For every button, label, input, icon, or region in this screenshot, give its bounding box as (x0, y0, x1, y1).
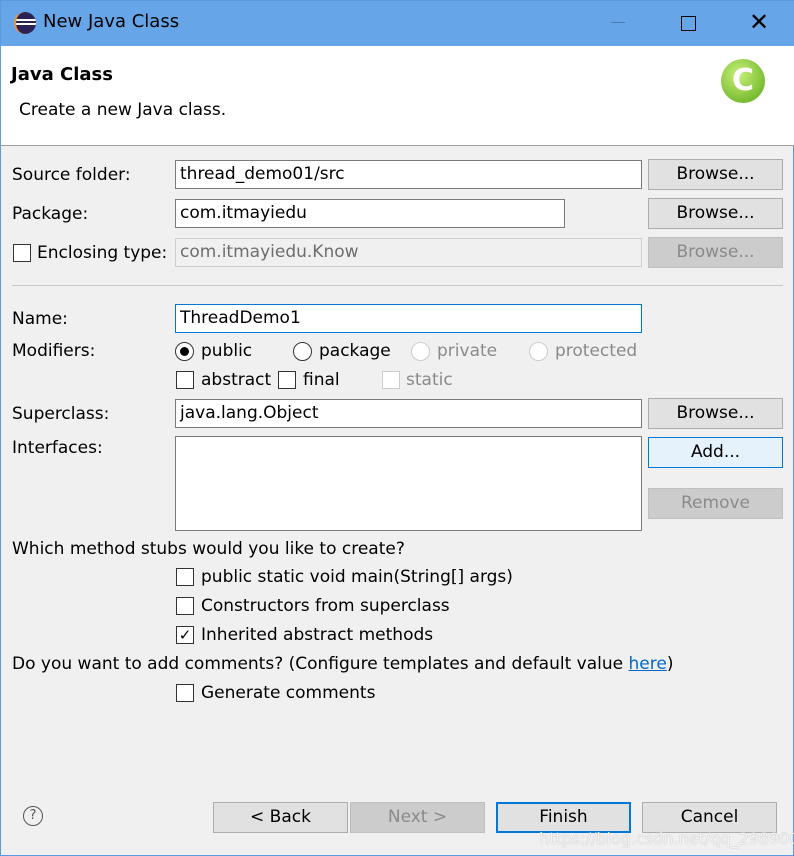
package-label: Package: (12, 204, 89, 224)
enclosing-type-browse-button: Browse... (648, 237, 783, 268)
main-method-label: public static void main(String[] args) (201, 567, 513, 587)
final-label: final (303, 370, 340, 390)
watermark: https://blog.csdn.net/qq_29890029 (539, 829, 794, 848)
source-folder-browse-button[interactable]: Browse... (648, 159, 783, 190)
class-icon: C (721, 59, 765, 103)
package-modifier-label: package (319, 341, 391, 361)
back-button[interactable]: < Back (213, 802, 348, 833)
inherited-methods-label: Inherited abstract methods (201, 625, 434, 645)
templates-link[interactable]: here (629, 654, 667, 674)
remove-interface-button: Remove (648, 488, 783, 519)
method-stubs-question: Which method stubs would you like to cre… (12, 539, 405, 559)
enclosing-type-checkbox[interactable] (13, 244, 31, 262)
name-input[interactable]: ThreadDemo1 (175, 304, 642, 333)
enclosing-type-label: Enclosing type: (37, 243, 168, 263)
generate-comments-checkbox[interactable] (176, 684, 194, 702)
inherited-methods-checkbox[interactable]: ✓ (176, 626, 194, 644)
package-radio[interactable] (293, 342, 312, 361)
modifiers-label: Modifiers: (12, 341, 96, 361)
next-button: Next > (350, 802, 485, 833)
comments-question-close: ) (666, 654, 674, 674)
comments-question: Do you want to add comments? (Configure … (12, 654, 673, 674)
comments-question-text: Do you want to add comments? (Configure … (12, 654, 629, 674)
eclipse-icon (14, 12, 36, 34)
interfaces-list[interactable] (175, 436, 642, 531)
header-subtitle: Create a new Java class. (19, 100, 227, 120)
protected-radio (529, 342, 548, 361)
private-label: private (437, 341, 498, 361)
static-checkbox (382, 371, 400, 389)
constructors-label: Constructors from superclass (201, 596, 450, 616)
public-radio[interactable] (175, 342, 194, 361)
enclosing-type-input: com.itmayiedu.Know (175, 238, 642, 267)
header-title: Java Class (11, 64, 113, 85)
separator (12, 285, 783, 286)
source-folder-label: Source folder: (12, 165, 131, 185)
private-radio (411, 342, 430, 361)
help-button[interactable]: ? (23, 806, 43, 826)
main-method-checkbox[interactable] (176, 568, 194, 586)
superclass-input[interactable]: java.lang.Object (175, 399, 642, 428)
add-interface-button[interactable]: Add... (648, 437, 783, 468)
package-input[interactable]: com.itmayiedu (175, 199, 565, 228)
interfaces-label: Interfaces: (12, 438, 103, 458)
close-button[interactable]: ✕ (749, 7, 769, 37)
superclass-label: Superclass: (12, 404, 110, 424)
protected-label: protected (555, 341, 638, 361)
source-folder-input[interactable]: thread_demo01/src (175, 160, 642, 189)
minimize-button[interactable] (611, 22, 625, 23)
constructors-checkbox[interactable] (176, 597, 194, 615)
public-label: public (201, 341, 253, 361)
name-label: Name: (12, 309, 68, 329)
superclass-browse-button[interactable]: Browse... (648, 398, 783, 429)
static-label: static (406, 370, 453, 390)
generate-comments-label: Generate comments (201, 683, 376, 703)
package-browse-button[interactable]: Browse... (648, 198, 783, 229)
abstract-label: abstract (201, 370, 272, 390)
maximize-button[interactable] (681, 16, 696, 31)
window-title: New Java Class (43, 11, 180, 32)
abstract-checkbox[interactable] (176, 371, 194, 389)
final-checkbox[interactable] (278, 371, 296, 389)
dialog-header (1, 46, 794, 146)
